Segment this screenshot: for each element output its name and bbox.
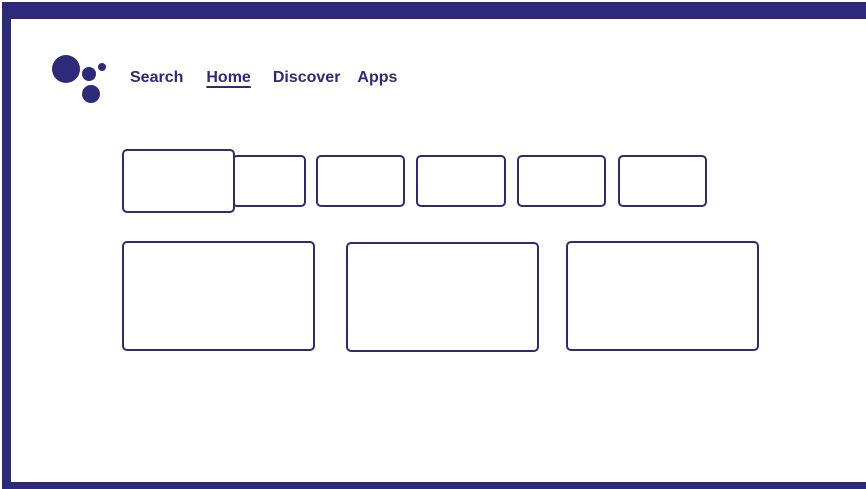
content-card[interactable]	[122, 241, 315, 351]
content-card[interactable]	[566, 241, 759, 351]
app-tile-focused[interactable]	[122, 149, 235, 213]
tab-apps[interactable]: Apps	[357, 68, 397, 88]
assistant-logo-icon	[52, 55, 108, 105]
app-tile[interactable]	[316, 155, 405, 207]
top-navigation: Search Home Discover Apps	[130, 68, 397, 88]
app-tile[interactable]	[517, 155, 606, 207]
content-card[interactable]	[346, 242, 539, 352]
app-tile[interactable]	[618, 155, 707, 207]
logo-dot-medium	[82, 67, 96, 81]
logo-dot-small	[98, 63, 106, 71]
tab-search[interactable]: Search	[130, 68, 183, 88]
app-tile[interactable]	[232, 155, 306, 207]
app-tile[interactable]	[416, 155, 506, 207]
tab-home[interactable]: Home	[206, 68, 250, 88]
logo-dot-lower	[82, 85, 100, 103]
tab-discover[interactable]: Discover	[273, 68, 341, 88]
logo-dot-large	[52, 55, 80, 83]
